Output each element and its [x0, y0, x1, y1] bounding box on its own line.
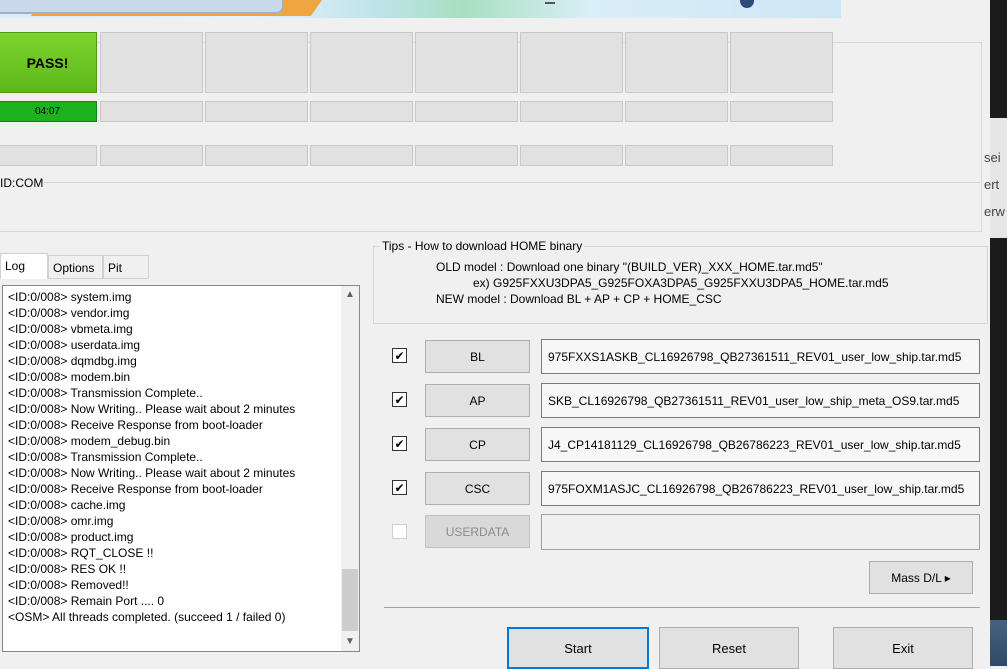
pass-status-box: PASS! — [0, 32, 97, 93]
start-button[interactable]: Start — [507, 627, 649, 669]
com-port-cell — [730, 145, 833, 166]
com-port-cell — [205, 145, 308, 166]
com-port-cell — [625, 145, 728, 166]
bl-file-path[interactable]: 975FXXS1ASKB_CL16926798_QB27361511_REV01… — [541, 339, 980, 374]
com-port-cell — [415, 145, 518, 166]
port-status-box — [310, 32, 413, 93]
progress-cell — [100, 101, 203, 122]
log-scrollbar[interactable]: ▲ ▼ — [341, 286, 359, 651]
log-line: <ID:0/008> userdata.img — [8, 338, 141, 352]
background-window-strip: sei ert erw — [984, 0, 1007, 666]
port-status-box — [520, 32, 623, 93]
log-line: <ID:0/008> Removed!! — [8, 578, 129, 592]
com-port-cell — [310, 145, 413, 166]
log-line: <ID:0/008> system.img — [8, 290, 132, 304]
ap-file-path[interactable]: SKB_CL16926798_QB27361511_REV01_user_low… — [541, 383, 980, 418]
com-port-cell — [520, 145, 623, 166]
port-status-box — [415, 32, 518, 93]
csc-checkbox[interactable]: ✔ — [392, 480, 407, 495]
header-banner — [0, 0, 841, 18]
tips-example: ex) G925FXXU3DPA5_G925FOXA3DPA5_G925FXXU… — [473, 276, 889, 290]
cp-button[interactable]: CP — [425, 428, 530, 461]
tab-log[interactable]: Log — [0, 253, 48, 279]
background-text: sei — [984, 150, 1001, 165]
csc-file-path[interactable]: 975FOXM1ASJC_CL16926798_QB26786223_REV01… — [541, 471, 980, 506]
log-line: <ID:0/008> Receive Response from boot-lo… — [8, 482, 263, 496]
port-status-box — [205, 32, 308, 93]
log-line: <ID:0/008> modem.bin — [8, 370, 131, 384]
mass-download-button[interactable]: Mass D/L ▸ — [869, 561, 973, 594]
checkmark-icon: ✔ — [394, 480, 405, 495]
tab-pit[interactable]: Pit — [103, 255, 149, 279]
background-text: erw — [984, 204, 1005, 219]
progress-cell — [415, 101, 518, 122]
progress-cell — [205, 101, 308, 122]
scroll-up-icon[interactable]: ▲ — [341, 286, 359, 304]
log-line: <ID:0/008> Remain Port .... 0 — [8, 594, 165, 608]
map-pin-icon — [740, 0, 754, 8]
com-port-cell — [100, 145, 203, 166]
port-status-box — [100, 32, 203, 93]
port-status-box — [625, 32, 728, 93]
userdata-checkbox[interactable] — [392, 524, 407, 539]
progress-cell — [730, 101, 833, 122]
id-com-label: ID:COM — [0, 176, 44, 190]
checkmark-icon: ✔ — [394, 436, 405, 451]
log-line: <ID:0/008> modem_debug.bin — [8, 434, 171, 448]
csc-button[interactable]: CSC — [425, 472, 530, 505]
progress-cell — [625, 101, 728, 122]
cp-checkbox[interactable]: ✔ — [392, 436, 407, 451]
log-line: <ID:0/008> Receive Response from boot-lo… — [8, 418, 263, 432]
tips-old-model: OLD model : Download one binary "(BUILD_… — [436, 260, 823, 274]
tab-options[interactable]: Options — [48, 255, 103, 279]
exit-button[interactable]: Exit — [833, 627, 973, 669]
tips-new-model: NEW model : Download BL + AP + CP + HOME… — [436, 292, 722, 306]
log-line: <ID:0/008> Now Writing.. Please wait abo… — [8, 466, 296, 480]
log-line: <ID:0/008> vbmeta.img — [8, 322, 133, 336]
com-port-cell — [0, 145, 97, 166]
progress-cell — [520, 101, 623, 122]
log-line: <OSM> All threads completed. (succeed 1 … — [8, 610, 286, 624]
ap-checkbox[interactable]: ✔ — [392, 392, 407, 407]
log-lines: <ID:0/008> system.img <ID:0/008> vendor.i… — [8, 289, 338, 625]
progress-timer: 04:07 — [0, 101, 97, 122]
log-line: <ID:0/008> vendor.img — [8, 306, 130, 320]
log-line: <ID:0/008> omr.img — [8, 514, 114, 528]
log-line: <ID:0/008> RQT_CLOSE !! — [8, 546, 154, 560]
log-textarea[interactable]: <ID:0/008> system.img <ID:0/008> vendor.i… — [2, 285, 360, 652]
userdata-button[interactable]: USERDATA — [425, 515, 530, 548]
userdata-file-path[interactable] — [541, 514, 980, 550]
reset-button[interactable]: Reset — [659, 627, 799, 669]
checkmark-icon: ✔ — [394, 392, 405, 407]
scroll-down-icon[interactable]: ▼ — [341, 633, 359, 651]
log-line: <ID:0/008> cache.img — [8, 498, 126, 512]
log-line: <ID:0/008> RES OK !! — [8, 562, 127, 576]
cp-file-path[interactable]: J4_CP14181129_CL16926798_QB26786223_REV0… — [541, 427, 980, 462]
port-status-box — [730, 32, 833, 93]
bl-checkbox[interactable]: ✔ — [392, 348, 407, 363]
id-com-divider — [44, 182, 980, 183]
tips-title: Tips - How to download HOME binary — [380, 239, 585, 253]
action-separator — [384, 607, 980, 608]
log-line: <ID:0/008> Transmission Complete.. — [8, 386, 203, 400]
log-line: <ID:0/008> dqmdbg.img — [8, 354, 137, 368]
log-line: <ID:0/008> Transmission Complete.. — [8, 450, 203, 464]
background-text: ert — [984, 177, 1000, 192]
progress-cell — [310, 101, 413, 122]
log-line: <ID:0/008> Now Writing.. Please wait abo… — [8, 402, 296, 416]
checkmark-icon: ✔ — [394, 348, 405, 363]
scrollbar-thumb[interactable] — [342, 569, 358, 631]
log-line: <ID:0/008> product.img — [8, 530, 134, 544]
bl-button[interactable]: BL — [425, 340, 530, 373]
ap-button[interactable]: AP — [425, 384, 530, 417]
